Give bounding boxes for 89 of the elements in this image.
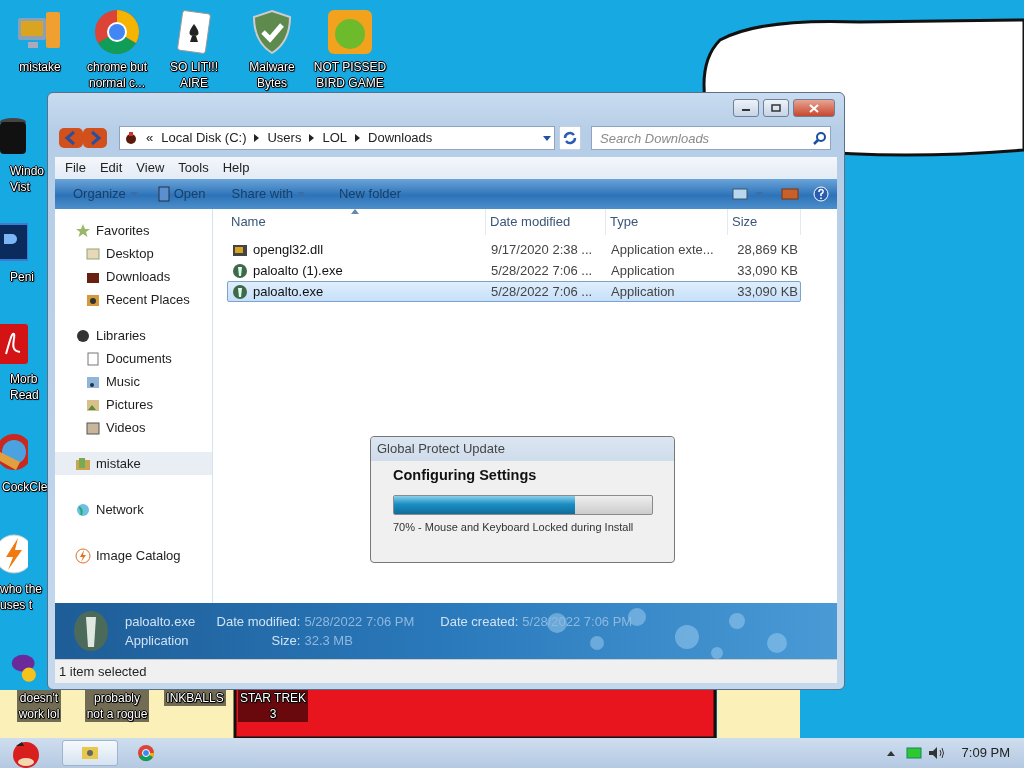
field-label: Date created: xyxy=(440,612,520,631)
sidebar-item[interactable]: Recent Places xyxy=(55,288,212,311)
file-date: 5/28/2022 7:06 ... xyxy=(490,283,594,301)
file-name[interactable]: paloalto (1).exe xyxy=(253,261,343,281)
file-icon xyxy=(157,186,170,202)
help-button[interactable] xyxy=(813,186,829,202)
tray-arrow-icon[interactable] xyxy=(885,749,896,757)
chevron-icon xyxy=(254,134,260,142)
lightning-icon xyxy=(75,547,91,564)
globe-icon xyxy=(232,283,248,300)
sidebar-item[interactable]: Videos xyxy=(55,416,212,439)
sidebar-item[interactable]: Pictures xyxy=(55,393,212,416)
maximize-icon xyxy=(771,104,781,112)
field-label: Size: xyxy=(270,632,302,650)
sidebar-item[interactable]: Image Catalog xyxy=(55,544,212,567)
breadcrumb[interactable]: Local Disk (C:) xyxy=(161,128,247,148)
file-type: Application xyxy=(610,262,676,280)
column-header[interactable]: Type xyxy=(606,209,728,235)
refresh-button[interactable] xyxy=(559,126,581,150)
taskbar-button[interactable] xyxy=(62,740,118,766)
column-header[interactable]: Size xyxy=(728,209,801,235)
file-row[interactable]: paloalto.exe 5/28/2022 7:06 ... Application 33,090 KB xyxy=(227,281,801,302)
sidebar-item[interactable]: mistake xyxy=(55,452,212,475)
browser-icon[interactable] xyxy=(93,8,141,56)
breadcrumb[interactable]: Downloads xyxy=(368,128,433,148)
sidebar-item[interactable]: Documents xyxy=(55,347,212,370)
file-type: Application xyxy=(610,283,676,301)
sidebar-item[interactable]: Libraries xyxy=(55,324,212,347)
menu-item[interactable]: Edit xyxy=(92,158,130,178)
chevron-icon xyxy=(355,134,360,142)
sidebar-item[interactable]: Downloads xyxy=(55,265,212,288)
globe-icon xyxy=(75,501,91,518)
status-text: 1 item selected xyxy=(55,659,837,683)
menu-item[interactable]: File xyxy=(58,158,93,178)
sidebar-item[interactable]: Music xyxy=(55,370,212,393)
forward-button[interactable] xyxy=(83,128,107,148)
film-icon xyxy=(85,419,101,436)
globe-icon xyxy=(71,609,111,653)
file-date: 5/28/2022 7:06 ... xyxy=(490,262,594,280)
file-row[interactable]: opengl32.dll 9/17/2020 2:38 ... Application exte... 28,869 KB xyxy=(227,239,801,260)
minimize-button[interactable] xyxy=(733,99,759,117)
chevron-icon xyxy=(309,134,315,142)
column-header[interactable]: Date modified xyxy=(486,209,606,235)
file-name: paloalto.exe xyxy=(125,612,197,631)
file-row[interactable]: paloalto (1).exe 5/28/2022 7:06 ... Application 33,090 KB xyxy=(227,260,801,281)
star-icon xyxy=(75,222,91,239)
field-label: Date modified: xyxy=(216,612,302,631)
caret-icon xyxy=(297,191,305,197)
sort-arrow-icon xyxy=(351,209,359,214)
close-button[interactable] xyxy=(793,99,835,117)
file-size: 33,090 KB xyxy=(736,262,799,280)
document-icon xyxy=(85,350,101,367)
dialog-title: Global Protect Update xyxy=(371,437,674,461)
picture-frame-icon xyxy=(85,245,101,262)
dialog-heading: Configuring Settings xyxy=(393,466,538,485)
file-type: Application exte... xyxy=(610,241,715,259)
back-button[interactable] xyxy=(59,128,83,148)
sidebar-item[interactable]: Favorites xyxy=(55,219,212,242)
file-size: 33,090 KB xyxy=(736,283,799,301)
icon-label[interactable]: doesn't work lol xyxy=(16,690,62,722)
browser-icon xyxy=(137,744,155,762)
maximize-button[interactable] xyxy=(763,99,789,117)
icon-label[interactable]: probably not a rogue xyxy=(84,690,150,722)
menu-item[interactable]: Tools xyxy=(171,158,216,178)
search-field[interactable]: Search Downloads xyxy=(591,126,831,150)
file-name[interactable]: paloalto.exe xyxy=(253,282,324,302)
sidebar-item[interactable]: Desktop xyxy=(55,242,212,265)
icon-label[interactable]: INKBALLS xyxy=(164,690,226,706)
globe-icon xyxy=(232,262,248,279)
clock-time[interactable]: 7:09 PM xyxy=(961,743,1010,763)
breadcrumb[interactable]: Users xyxy=(267,128,302,148)
breadcrumb[interactable]: « xyxy=(146,128,154,148)
menu-item[interactable]: Help xyxy=(215,158,257,178)
file-size: 28,869 KB xyxy=(736,241,799,259)
view-options-button[interactable] xyxy=(731,186,765,202)
field-value: 5/28/2022 7:06 PM xyxy=(304,612,416,631)
icon-label[interactable]: STAR TREK 3 xyxy=(237,690,309,722)
breadcrumb[interactable]: LOL xyxy=(322,128,347,148)
file-type: Application xyxy=(125,632,190,650)
address-bar[interactable]: « Local Disk (C:) Users LOL Downloads xyxy=(119,126,555,150)
menu-item[interactable]: View xyxy=(129,158,172,178)
caret-icon xyxy=(129,191,138,197)
file-date: 9/17/2020 2:38 ... xyxy=(490,241,594,259)
field-value: 32.3 MB xyxy=(304,632,354,650)
volume-icon[interactable] xyxy=(927,746,946,760)
sidebar-item[interactable]: Network xyxy=(55,498,212,521)
progress-message: 70% - Mouse and Keyboard Locked during Install xyxy=(393,519,635,535)
close-icon xyxy=(809,103,819,113)
file-name[interactable]: opengl32.dll xyxy=(253,240,324,260)
